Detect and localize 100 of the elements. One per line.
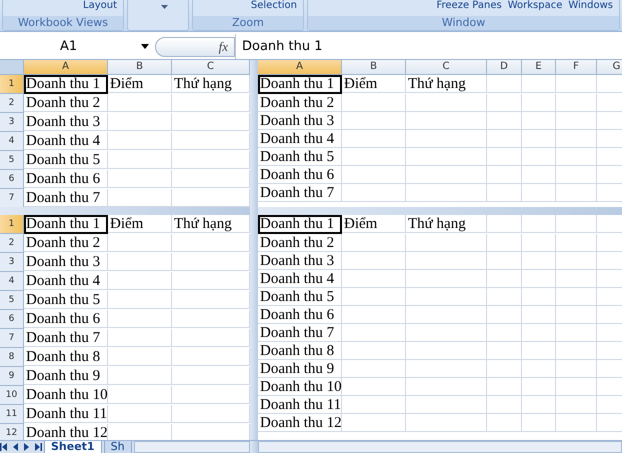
empty-cell (522, 396, 556, 414)
empty-cell (342, 112, 406, 130)
table-cell: Doanh thu 3 (24, 253, 108, 271)
table-cell: Doanh thu 7 (258, 324, 342, 342)
row-header[interactable]: 5 (0, 291, 24, 310)
row-header[interactable]: 7 (0, 189, 24, 207)
table-cell: Điểm (342, 215, 406, 233)
ribbon-command[interactable]: Selection (250, 0, 297, 14)
empty-cell (556, 342, 597, 360)
empty-cell (522, 234, 556, 252)
row-header[interactable]: 5 (0, 151, 24, 170)
horizontal-scrollbar[interactable] (134, 441, 250, 453)
horizontal-scrollbar[interactable] (258, 441, 622, 453)
table-cell: Doanh thu 5 (24, 291, 108, 309)
table-cell: Doanh thu 5 (258, 288, 342, 306)
column-header[interactable]: B (342, 60, 406, 75)
row-header[interactable]: 4 (0, 132, 24, 151)
column-header[interactable]: A (24, 60, 108, 75)
empty-cell (487, 414, 522, 432)
table-cell: Doanh thu 1 (258, 75, 342, 94)
row-header[interactable]: 1 (0, 215, 24, 234)
table-cell: Doanh thu 9 (24, 367, 108, 385)
insert-function-button[interactable]: fx (155, 36, 235, 56)
row-header[interactable]: 1 (0, 75, 24, 94)
empty-cell (108, 132, 172, 150)
empty-cell (556, 234, 597, 252)
table-cell: Doanh thu 11 (258, 396, 342, 414)
pane-splitter[interactable] (250, 215, 258, 440)
ribbon-command[interactable]: Workspace (508, 0, 562, 14)
empty-cell (108, 386, 172, 404)
empty-cell (108, 329, 172, 347)
column-header[interactable]: F (556, 60, 597, 75)
row-header[interactable]: 2 (0, 234, 24, 253)
column-header[interactable]: C (172, 60, 250, 75)
ribbon-command[interactable]: Layout (83, 0, 117, 14)
row-header[interactable]: 7 (0, 329, 24, 348)
empty-cell (342, 270, 406, 288)
row-header[interactable]: 2 (0, 94, 24, 113)
empty-cell (487, 306, 522, 324)
column-header[interactable]: E (522, 60, 556, 75)
empty-cell (556, 166, 597, 184)
table-cell: Doanh thu 2 (258, 94, 342, 112)
column-header[interactable]: B (108, 60, 172, 75)
empty-cell (556, 112, 597, 130)
row-header[interactable]: 8 (0, 348, 24, 367)
column-header[interactable]: A (258, 60, 342, 75)
empty-cell (556, 184, 597, 202)
empty-cell (342, 396, 406, 414)
row-header[interactable]: 6 (0, 170, 24, 189)
pane-splitter[interactable] (250, 60, 258, 207)
select-all-corner[interactable] (0, 60, 24, 75)
empty-cell (108, 113, 172, 131)
empty-cell (487, 252, 522, 270)
ribbon-command[interactable]: Windows (568, 0, 613, 14)
empty-cell (522, 166, 556, 184)
last-sheet-icon[interactable] (33, 443, 42, 451)
row-header[interactable]: 12 (0, 424, 24, 440)
row-header[interactable]: 6 (0, 310, 24, 329)
sheet-tab[interactable]: Sh (104, 441, 132, 453)
empty-cell (108, 151, 172, 169)
column-header[interactable]: D (487, 60, 522, 75)
empty-cell (108, 367, 172, 385)
caret-icon[interactable] (161, 5, 168, 9)
empty-cell (556, 252, 597, 270)
table-cell: Doanh thu 3 (258, 252, 342, 270)
table-cell: Doanh thu 8 (258, 342, 342, 360)
empty-cell (522, 94, 556, 112)
empty-cell (556, 270, 597, 288)
table-cell: Doanh thu 3 (24, 113, 108, 131)
pane-splitter[interactable] (0, 207, 250, 215)
empty-cell (342, 94, 406, 112)
row-header[interactable]: 3 (0, 113, 24, 132)
next-sheet-icon[interactable] (22, 443, 31, 451)
pane-splitter[interactable] (250, 441, 258, 453)
table-cell: Doanh thu 10 (258, 378, 342, 396)
formula-field[interactable]: Doanh thu 1 (235, 34, 622, 59)
empty-cell (487, 75, 522, 93)
column-header[interactable]: C (406, 60, 487, 75)
pane-splitter[interactable] (258, 207, 622, 215)
sheet-tab[interactable]: Sheet1 (44, 441, 102, 453)
ribbon-command[interactable]: Freeze Panes (436, 0, 502, 14)
row-header[interactable]: 11 (0, 405, 24, 424)
row-header[interactable]: 4 (0, 272, 24, 291)
table-cell: Doanh thu 11 (24, 405, 108, 423)
empty-cell (108, 405, 172, 423)
empty-cell (522, 270, 556, 288)
empty-cell (108, 170, 172, 188)
column-header[interactable]: G (597, 60, 622, 75)
row-header[interactable]: 10 (0, 386, 24, 405)
first-sheet-icon[interactable] (0, 443, 9, 451)
empty-cell (108, 253, 172, 271)
empty-cell (487, 112, 522, 130)
empty-cell (342, 414, 406, 432)
empty-cell (342, 184, 406, 202)
name-box[interactable]: A1 (0, 39, 155, 54)
table-cell: Doanh thu 12 (258, 414, 342, 432)
row-header[interactable]: 9 (0, 367, 24, 386)
row-header[interactable]: 3 (0, 253, 24, 272)
previous-sheet-icon[interactable] (11, 443, 20, 451)
empty-cell (108, 310, 172, 328)
